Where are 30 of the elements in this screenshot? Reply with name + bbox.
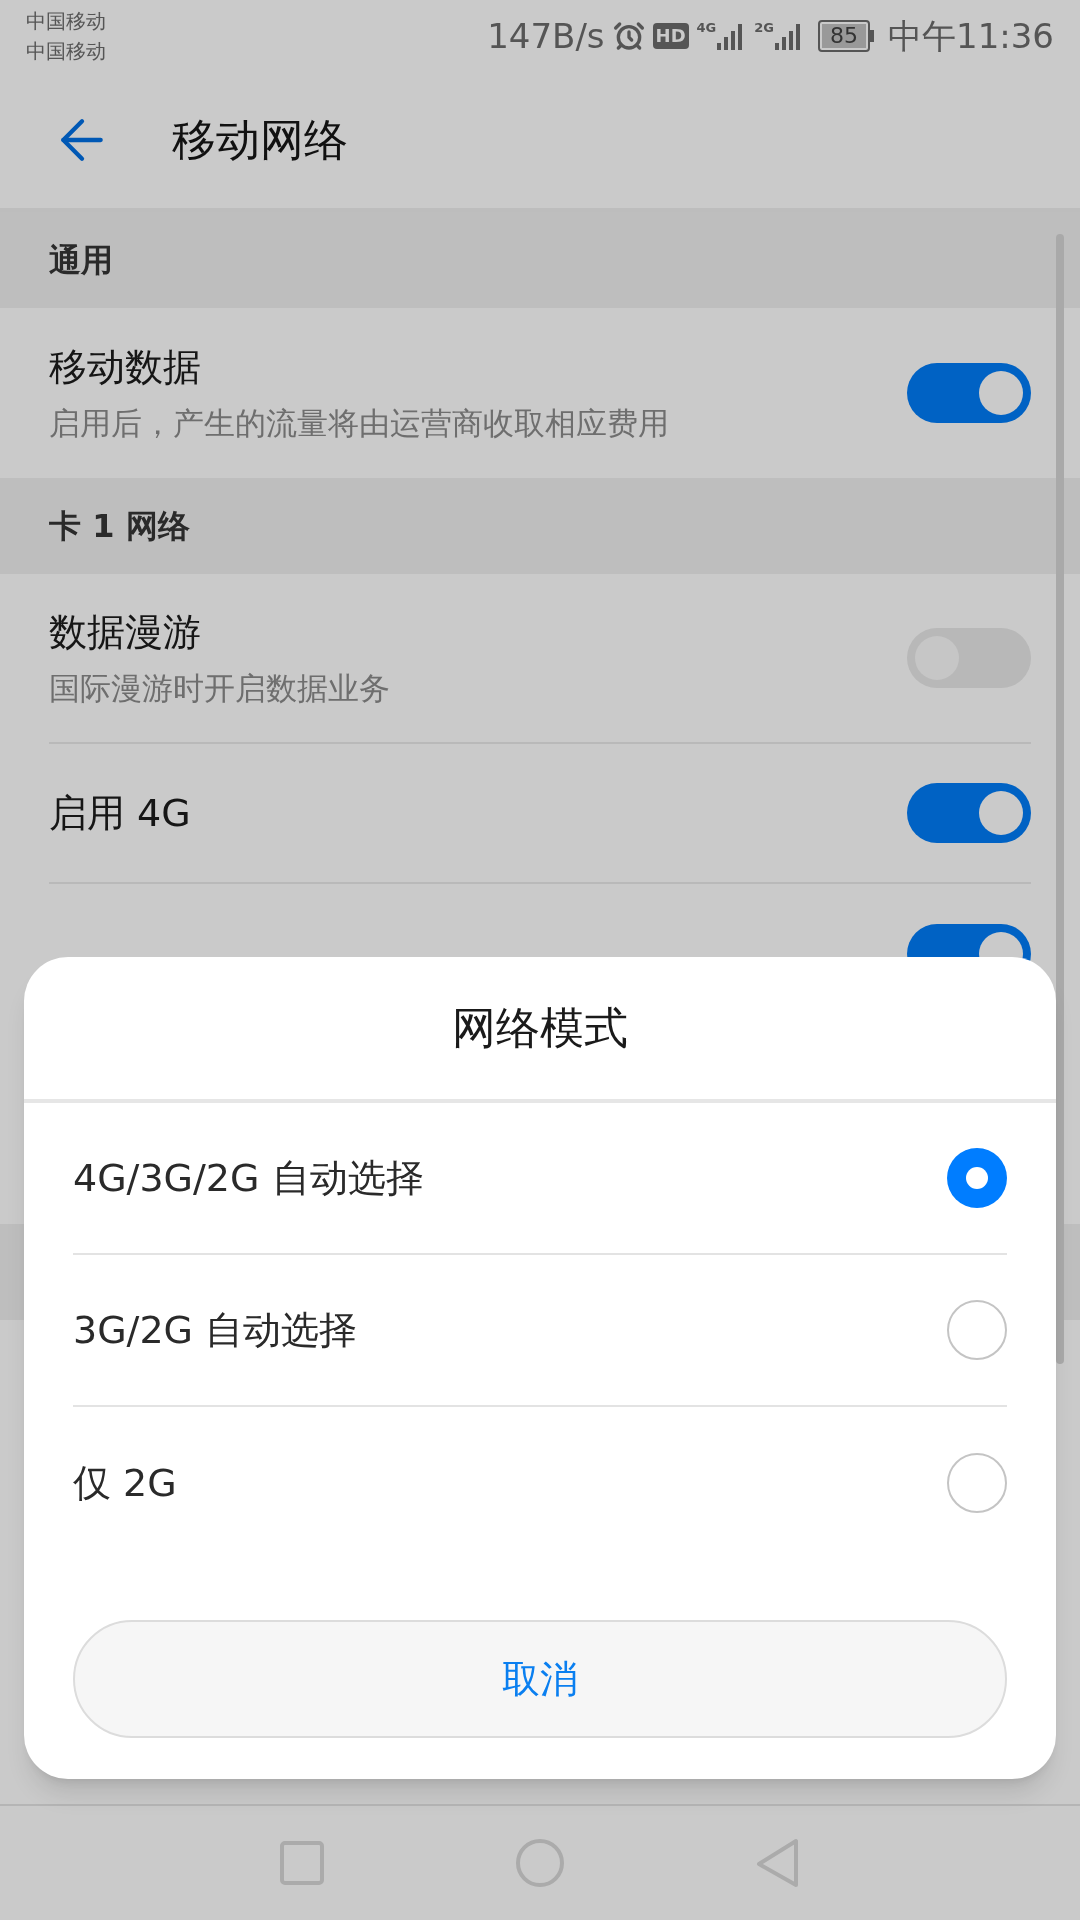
cancel-button[interactable]: 取消 <box>73 1620 1007 1738</box>
section-header: 卡 1 网络 <box>49 506 190 547</box>
carrier-name: 中国移动 <box>26 8 106 35</box>
section-header: 通用 <box>49 240 113 281</box>
network-mode-option[interactable]: 4G/3G/2G 自动选择 <box>73 1103 1007 1255</box>
network-mode-option[interactable]: 仅 2G <box>73 1407 1007 1559</box>
radio-button[interactable] <box>947 1453 1007 1513</box>
back-icon[interactable] <box>755 1838 801 1888</box>
toggle-switch[interactable] <box>907 783 1031 843</box>
carrier-name: 中国移动 <box>26 38 106 65</box>
clock-time: 中午11:36 <box>888 14 1054 58</box>
radio-button[interactable] <box>947 1148 1007 1208</box>
network-mode-option[interactable]: 3G/2G 自动选择 <box>73 1255 1007 1407</box>
recent-apps-icon[interactable] <box>279 1840 325 1886</box>
setting-title: 移动数据 <box>49 344 202 392</box>
network-type: 4G <box>696 21 717 34</box>
alarm-icon <box>612 20 645 52</box>
network-type: 2G <box>754 21 774 34</box>
setting-title: 数据漫游 <box>49 609 202 657</box>
home-icon[interactable] <box>515 1838 565 1888</box>
hd-badge: HD <box>652 23 689 49</box>
setting-title: 启用 4G <box>49 789 191 837</box>
toggle-switch[interactable] <box>907 363 1031 423</box>
battery-indicator: 85 <box>818 20 874 52</box>
setting-description: 国际漫游时开启数据业务 <box>49 669 390 709</box>
page-title: 移动网络 <box>172 113 348 167</box>
network-speed: 147B/s <box>487 14 605 58</box>
setting-description: 启用后，产生的流量将由运营商收取相应费用 <box>49 404 669 444</box>
dialog-title: 网络模式 <box>452 1001 628 1055</box>
radio-button[interactable] <box>947 1300 1007 1360</box>
